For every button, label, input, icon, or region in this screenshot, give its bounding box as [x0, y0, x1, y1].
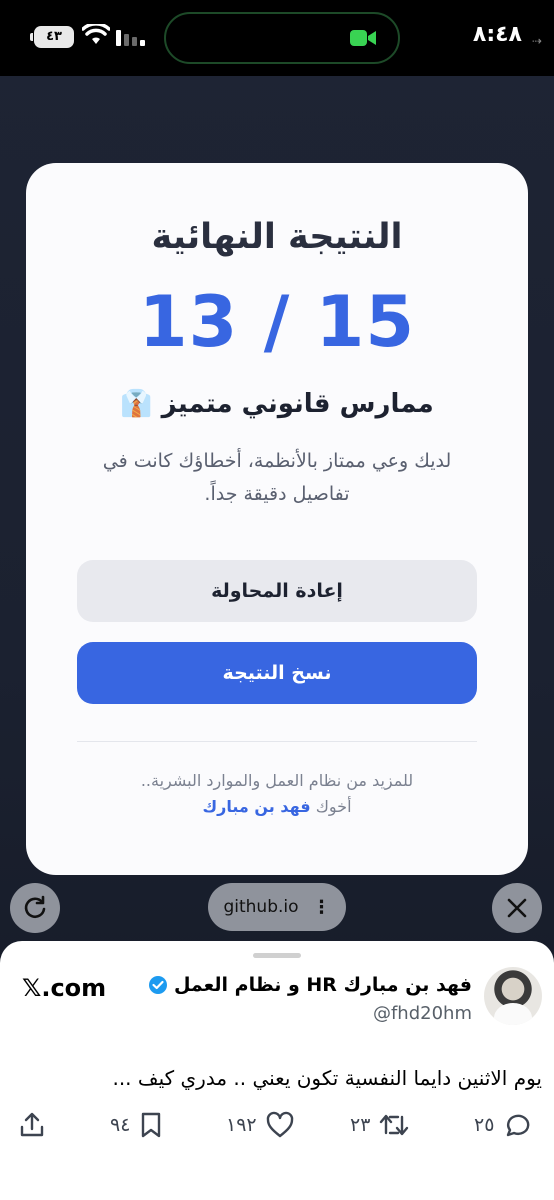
- footer-text: للمزيد من نظام العمل والموارد البشرية..: [140, 771, 414, 790]
- retweet-button[interactable]: ٢٣: [350, 1111, 410, 1139]
- heart-icon: [266, 1111, 293, 1138]
- verified-icon: [148, 976, 167, 994]
- divider: [77, 741, 477, 742]
- author-link[interactable]: فهد بن مبارك: [202, 797, 310, 816]
- footer-credit: أخوك فهد بن مبارك: [26, 797, 528, 816]
- more-vertical-icon[interactable]: ⋮: [313, 897, 331, 918]
- tweet-author[interactable]: فهد بن مبارك HR و نظام العمل: [148, 974, 472, 996]
- like-button[interactable]: ١٩٢: [226, 1111, 295, 1139]
- tweet-text: يوم الاثنين دايما النفسية تكون يعني .. م…: [112, 1066, 542, 1090]
- reload-button[interactable]: [10, 883, 60, 933]
- tweet-actions: ٩٤ ١٩٢ ٢٣ ٢٥: [0, 1111, 554, 1145]
- bookmark-button[interactable]: ٩٤: [110, 1111, 164, 1139]
- url-text: github.io: [223, 897, 299, 917]
- score: 13 / 15: [138, 281, 416, 363]
- retweet-count: ٢٣: [350, 1114, 371, 1136]
- reply-count: ٢٥: [474, 1114, 495, 1136]
- orientation-icon: ⇢: [531, 34, 542, 48]
- bookmark-icon: [142, 1112, 161, 1138]
- bookmark-count: ٩٤: [110, 1114, 131, 1136]
- battery-indicator: ٤٣: [30, 26, 74, 48]
- avatar[interactable]: [484, 967, 542, 1025]
- tweet-handle[interactable]: @fhd20hm: [373, 1003, 472, 1024]
- footer-prefix: أخوك: [315, 797, 352, 816]
- clock: ٨:٤٨: [472, 22, 522, 47]
- like-count: ١٩٢: [226, 1114, 257, 1136]
- url-bar[interactable]: github.io ⋮: [208, 883, 346, 931]
- copy-result-button[interactable]: نسخ النتيجة: [77, 642, 477, 704]
- author-name: فهد بن مبارك HR و نظام العمل: [173, 974, 472, 996]
- sheet-grabber[interactable]: [253, 953, 301, 958]
- result-title: النتيجة النهائية: [151, 217, 403, 257]
- retry-button[interactable]: إعادة المحاولة: [77, 560, 477, 622]
- close-icon: [507, 898, 527, 918]
- result-description: لديك وعي ممتاز بالأنظمة، أخطاؤك كانت في …: [102, 450, 452, 505]
- tweet-sheet: فهد بن مبارك HR و نظام العمل @fhd20hm 𝕏.…: [0, 941, 554, 1200]
- close-button[interactable]: [492, 883, 542, 933]
- reload-icon: [24, 895, 46, 919]
- status-bar: ٤٣ ٨:٤٨ ⇢: [0, 0, 554, 76]
- cellular-signal-icon: [116, 30, 145, 46]
- share-button[interactable]: [18, 1111, 46, 1139]
- dynamic-island: [164, 12, 400, 64]
- result-card: النتيجة النهائية 13 / 15 ممارس قانوني مت…: [26, 163, 528, 875]
- share-icon: [20, 1112, 44, 1137]
- retweet-icon: [380, 1114, 409, 1136]
- x-logo-link[interactable]: 𝕏.com: [22, 974, 106, 1002]
- reply-button[interactable]: ٢٥: [474, 1111, 532, 1139]
- wifi-icon: [82, 24, 110, 44]
- reply-icon: [507, 1114, 530, 1137]
- level-label: ممارس قانوني متميز 👔: [120, 389, 434, 419]
- facetime-camera-icon: [350, 30, 376, 46]
